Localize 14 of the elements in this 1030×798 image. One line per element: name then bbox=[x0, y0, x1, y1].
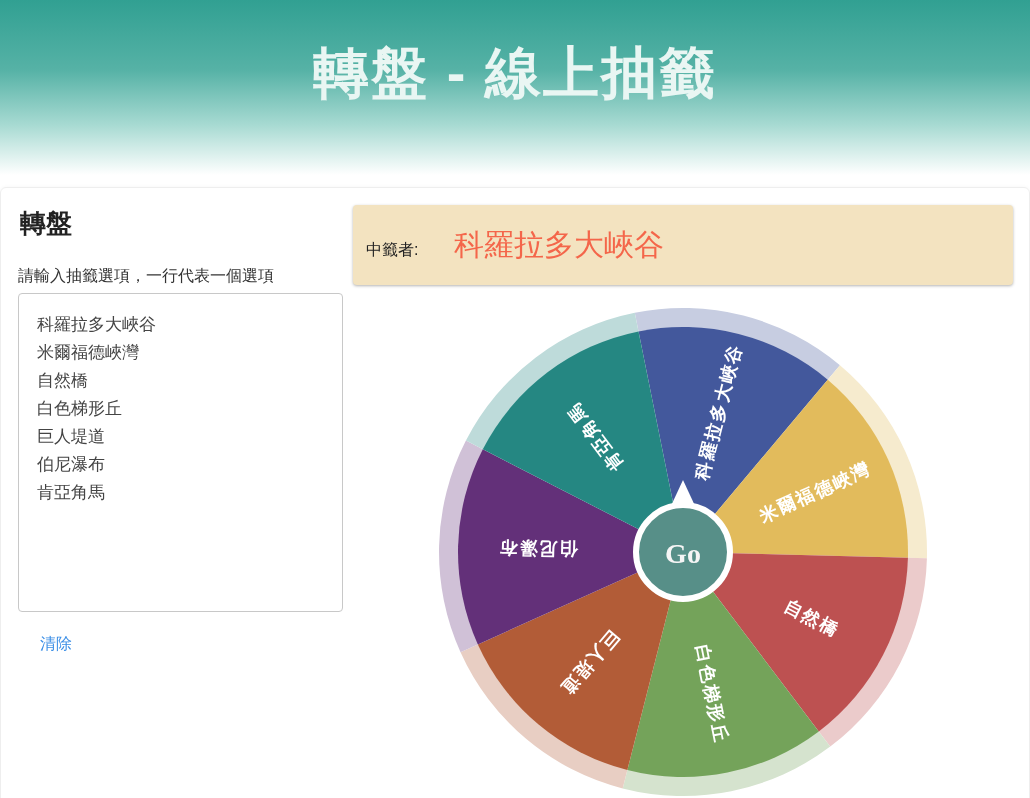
input-label: 請輸入抽籤選項，一行代表一個選項 bbox=[18, 266, 274, 286]
segment-label: 白色梯形丘 bbox=[691, 643, 732, 746]
segment-label: 科羅拉多大峽谷 bbox=[691, 341, 746, 482]
segment-label: 伯尼瀑布 bbox=[497, 537, 579, 560]
segment-label: 米爾福德峽灣 bbox=[756, 458, 874, 527]
section-heading: 轉盤 bbox=[20, 207, 72, 239]
page-title: 轉盤 - 線上抽籤 bbox=[313, 40, 717, 106]
clear-link[interactable]: 清除 bbox=[40, 633, 72, 655]
segment-label: 肯亞角馬 bbox=[563, 398, 628, 475]
options-textarea[interactable]: 科羅拉多大峽谷 米爾福德峽灣 自然橋 白色梯形丘 巨人堤道 伯尼瀑布 肯亞角馬 bbox=[18, 293, 343, 612]
segment-label: 自然橋 bbox=[780, 595, 844, 641]
segment-label: 巨人堤道 bbox=[556, 625, 624, 701]
winner-name: 科羅拉多大峽谷 bbox=[454, 227, 665, 263]
result-label: 中籤者: bbox=[366, 240, 419, 260]
